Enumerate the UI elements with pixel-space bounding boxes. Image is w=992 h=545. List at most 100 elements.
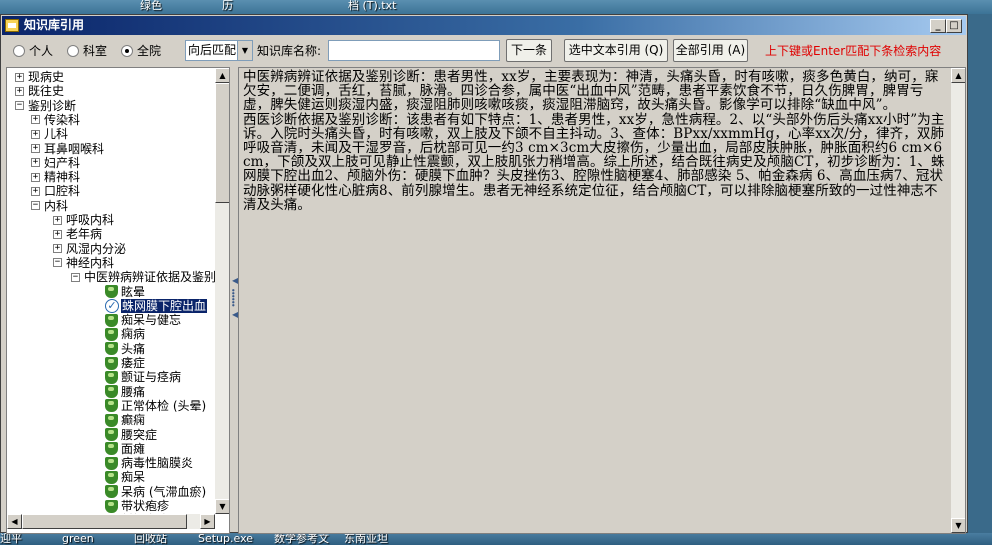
tree-node-label[interactable]: 内科 [44, 199, 68, 213]
quote-all-button[interactable]: 全部引用 (A) [673, 39, 748, 62]
splitter-grip-icon[interactable]: ● ● ● ● ● ● [232, 289, 235, 307]
desktop-icon-label[interactable]: Setup.exe [198, 533, 253, 545]
tree-node-label[interactable]: 既往史 [28, 84, 64, 98]
tree-node[interactable]: − 神经内科 [53, 256, 114, 270]
radio-hospital-dot[interactable] [121, 45, 133, 57]
reference-text[interactable]: 中医辨病辨证依据及鉴别诊断：患者男性，xx岁，主要表现为：神清，头痛头昏，时有咳… [243, 70, 949, 212]
select-text-quote-button[interactable]: 选中文本引用 (Q) [564, 39, 668, 62]
tree-node-label[interactable]: 鉴别诊断 [28, 99, 76, 113]
expand-icon[interactable]: + [31, 158, 40, 168]
tree-node-label[interactable]: 耳鼻咽喉科 [44, 142, 104, 156]
desktop-icon-label[interactable]: 绿色 [140, 0, 162, 12]
scroll-down-icon[interactable]: ▼ [951, 518, 965, 533]
tree-node-label[interactable]: 蛛网膜下腔出血 [121, 298, 208, 313]
radio-personal-label[interactable]: 个人 [29, 44, 53, 58]
desktop-icon-label[interactable]: 数学参考文 [274, 533, 329, 545]
expand-icon[interactable]: + [31, 115, 40, 125]
tree-node[interactable]: + 风湿内分泌 [53, 242, 126, 256]
tree-node[interactable]: 癫痫 [105, 413, 145, 427]
tree-node-label[interactable]: 痿症 [121, 356, 145, 370]
radio-hospital[interactable]: 全院 [121, 44, 161, 58]
tree-node-label[interactable]: 痫病 [121, 327, 145, 341]
tree-node[interactable]: + 呼吸内科 [53, 213, 114, 227]
tree-node-label[interactable]: 颤证与痉病 [121, 370, 181, 384]
collapse-icon[interactable]: − [31, 201, 40, 211]
tree-node[interactable]: 病毒性脑膜炎 [105, 456, 193, 470]
tree-node-label[interactable]: 妇产科 [44, 156, 80, 170]
tree-node-label[interactable]: 呆病 (气滞血瘀) [121, 485, 206, 499]
tree-node-label[interactable]: 中医辨病辨证依据及鉴别 [84, 270, 215, 284]
expand-icon[interactable]: + [31, 144, 40, 153]
title-bar[interactable]: 知识库引用 _ □ [2, 16, 966, 35]
tree-node[interactable]: − 中医辨病辨证依据及鉴别 [71, 270, 215, 284]
tree-node[interactable]: 头痛 [105, 342, 145, 356]
expand-icon[interactable]: + [53, 229, 62, 239]
tree-horizontal-scrollbar[interactable]: ◀ ▶ [7, 514, 215, 529]
desktop-icon-label[interactable]: 回收站 [134, 533, 167, 545]
desktop-icon-label[interactable]: 档 (T).txt [348, 0, 396, 12]
chevron-down-icon[interactable]: ▼ [237, 41, 252, 60]
tree-node-label[interactable]: 痴呆与健忘 [121, 313, 181, 327]
expand-icon[interactable]: + [15, 86, 24, 96]
tree-node-label[interactable]: 带状疱疹 [121, 499, 169, 513]
tree-node[interactable]: + 精神科 [31, 170, 80, 184]
desktop-icon-label[interactable]: green [62, 533, 94, 545]
tree-node[interactable]: 颤证与痉病 [105, 370, 181, 384]
scroll-down-icon[interactable]: ▼ [215, 499, 229, 514]
tree-node[interactable]: 腰痛 [105, 385, 145, 399]
tree-node-label[interactable]: 眩晕 [121, 285, 145, 299]
tree-node[interactable]: + 妇产科 [31, 156, 80, 170]
tree-node-label[interactable]: 痴呆 [121, 470, 145, 484]
tree-node[interactable]: 呆病 (气滞血瘀) [105, 485, 206, 499]
desktop-icon-label[interactable]: 历 [222, 0, 233, 12]
expand-icon[interactable]: + [31, 172, 40, 182]
tree-node-label[interactable]: 传染科 [44, 113, 80, 127]
radio-hospital-label[interactable]: 全院 [137, 44, 161, 58]
tree-node[interactable]: − 内科 [31, 199, 68, 213]
tree-node-label[interactable]: 风湿内分泌 [66, 242, 126, 256]
tree-node[interactable]: ✓ 蛛网膜下腔出血 [105, 298, 208, 313]
scroll-right-icon[interactable]: ▶ [200, 514, 215, 529]
radio-department-label[interactable]: 科室 [83, 44, 107, 58]
tree-node-label[interactable]: 儿科 [44, 127, 68, 141]
desktop-icon-label[interactable]: 迎平 [0, 533, 22, 545]
tree-node-label[interactable]: 呼吸内科 [66, 213, 114, 227]
tree-node[interactable]: + 儿科 [31, 127, 68, 141]
radio-department-dot[interactable] [67, 45, 79, 57]
scroll-left-icon[interactable]: ◀ [7, 514, 22, 529]
content-pane[interactable]: 中医辨病辨证依据及鉴别诊断：患者男性，xx岁，主要表现为：神清，头痛头昏，时有咳… [238, 67, 966, 534]
tree-node-label[interactable]: 病毒性脑膜炎 [121, 456, 193, 470]
desktop-icon-label[interactable]: 东南亚坦 [344, 533, 388, 545]
tree-node[interactable]: + 传染科 [31, 113, 80, 127]
tree-node-label[interactable]: 精神科 [44, 170, 80, 184]
tree-node[interactable]: 眩晕 [105, 285, 145, 299]
tree-node-label[interactable]: 现病史 [28, 70, 64, 84]
tree-node[interactable]: 痴呆与健忘 [105, 313, 181, 327]
tree-node[interactable]: + 现病史 [15, 70, 64, 84]
radio-personal-dot[interactable] [13, 45, 25, 57]
scroll-thumb-h[interactable] [22, 514, 187, 529]
radio-personal[interactable]: 个人 [13, 44, 53, 58]
collapse-icon[interactable]: − [71, 272, 80, 282]
expand-icon[interactable]: + [53, 215, 62, 225]
tree-node-label[interactable]: 正常体检 (头晕) [121, 399, 206, 413]
maximize-button[interactable]: □ [946, 19, 962, 33]
collapse-icon[interactable]: − [15, 101, 24, 111]
scroll-up-icon[interactable]: ▲ [215, 68, 229, 83]
tree-node-label[interactable]: 口腔科 [44, 184, 80, 198]
tree-node[interactable]: 腰突症 [105, 428, 157, 442]
tree-node[interactable]: 痿症 [105, 356, 145, 370]
tree-node-label[interactable]: 面瘫 [121, 442, 145, 456]
tree-node[interactable]: 痴呆 [105, 470, 145, 484]
knowledge-tree[interactable]: + 现病史 + 既往史 − 鉴别诊断 + 传染科 + 儿科 + 耳鼻咽喉科 + 妇产科 + 精神科 + 口腔科 − 内… [6, 67, 230, 534]
collapse-icon[interactable]: − [53, 258, 62, 268]
tree-node[interactable]: 面瘫 [105, 442, 145, 456]
expand-icon[interactable]: + [31, 129, 40, 139]
match-mode-select[interactable]: 向后匹配 ▼ [185, 40, 253, 61]
tree-node[interactable]: 正常体检 (头晕) [105, 399, 206, 413]
scroll-up-icon[interactable]: ▲ [951, 68, 965, 83]
tree-node-label[interactable]: 腰突症 [121, 428, 157, 442]
tree-node[interactable]: 带状疱疹 [105, 499, 169, 513]
tree-node[interactable]: + 老年病 [53, 227, 102, 241]
tree-node-label[interactable]: 神经内科 [66, 256, 114, 270]
